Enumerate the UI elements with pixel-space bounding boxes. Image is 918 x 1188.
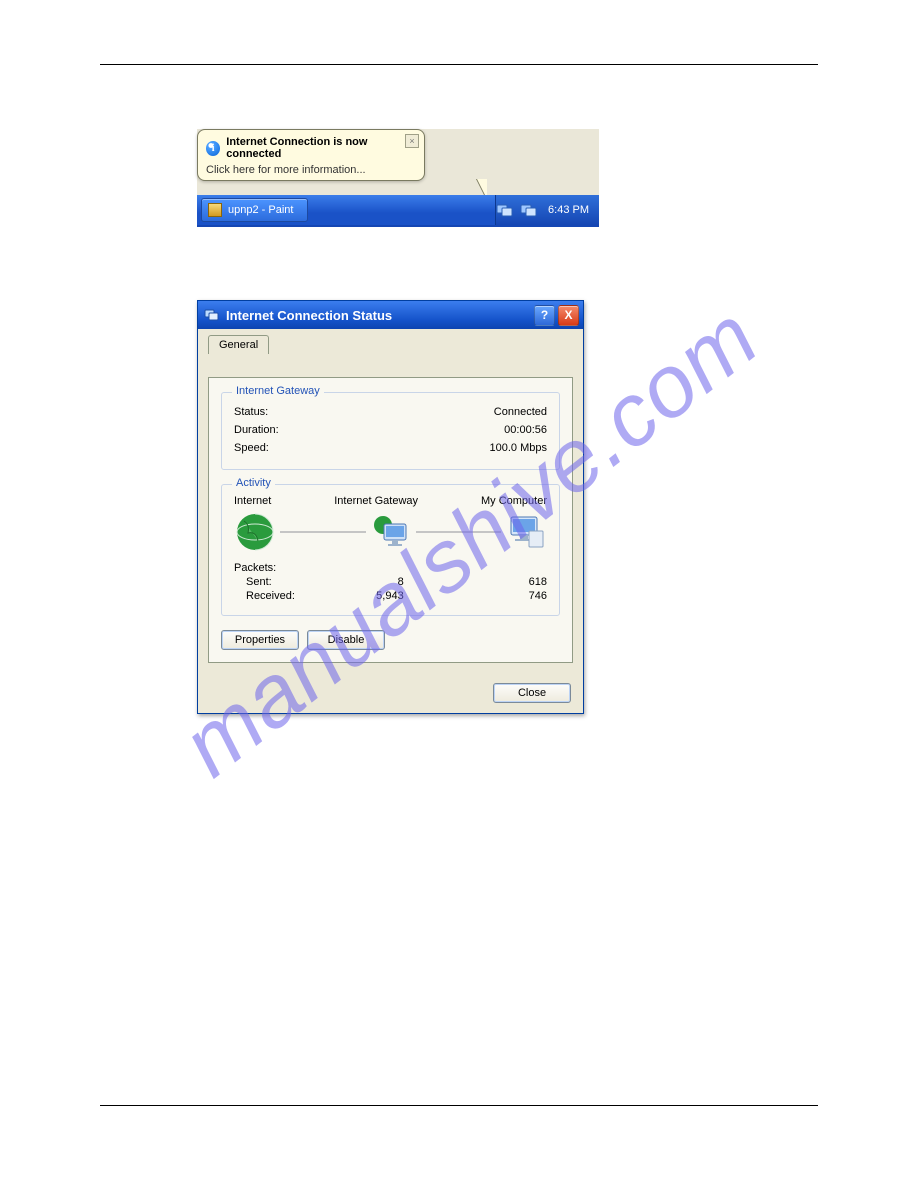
- recv-internet: 5,943: [340, 589, 443, 603]
- globe-icon: [234, 511, 276, 553]
- page-rule-bottom: [100, 1105, 818, 1106]
- gateway-monitor-icon: [370, 511, 412, 553]
- notification-balloon[interactable]: i Internet Connection is now connected ×…: [197, 129, 425, 181]
- titlebar[interactable]: Internet Connection Status ? X: [198, 301, 583, 329]
- packets-label: Packets:: [234, 561, 340, 575]
- taskbar-app-button[interactable]: upnp2 - Paint: [201, 198, 308, 222]
- balloon-title: Internet Connection is now connected: [226, 136, 416, 160]
- speed-label: Speed:: [234, 442, 269, 454]
- network-icon[interactable]: [496, 203, 514, 218]
- balloon-subtitle: Click here for more information...: [206, 164, 416, 176]
- tab-panel-general: Internet Gateway Status: Connected Durati…: [208, 377, 573, 663]
- paint-icon: [208, 203, 222, 217]
- activity-col-mycomputer: My Computer: [481, 495, 547, 507]
- properties-button[interactable]: Properties: [221, 630, 299, 650]
- network-icon-2[interactable]: [520, 203, 538, 218]
- close-icon[interactable]: X: [558, 305, 579, 326]
- close-button[interactable]: Close: [493, 683, 571, 703]
- sent-label: Sent:: [234, 575, 340, 589]
- packets-table: Packets: Sent: 8 618 Received: 5,943 746: [234, 561, 547, 603]
- sent-internet: 8: [340, 575, 443, 589]
- internet-gateway-group: Internet Gateway Status:Connected Durati…: [221, 392, 560, 470]
- taskbar: upnp2 - Paint 6:43 PM: [197, 195, 599, 225]
- sent-mycomputer: 618: [444, 575, 547, 589]
- info-icon: i: [206, 141, 220, 156]
- dialog-icon: [204, 307, 220, 323]
- activity-legend: Activity: [232, 477, 275, 489]
- help-button[interactable]: ?: [534, 305, 555, 326]
- tab-general[interactable]: General: [208, 335, 269, 354]
- activity-col-gateway: Internet Gateway: [334, 495, 418, 507]
- system-tray: 6:43 PM: [495, 195, 599, 225]
- activity-line-1: [280, 531, 366, 533]
- activity-line-2: [416, 531, 502, 533]
- tray-clock[interactable]: 6:43 PM: [544, 204, 589, 216]
- received-label: Received:: [234, 589, 340, 603]
- status-value: Connected: [494, 406, 547, 418]
- duration-label: Duration:: [234, 424, 279, 436]
- activity-col-internet: Internet: [234, 495, 271, 507]
- duration-value: 00:00:56: [504, 424, 547, 436]
- speed-value: 100.0 Mbps: [490, 442, 547, 454]
- recv-mycomputer: 746: [444, 589, 547, 603]
- balloon-close-button[interactable]: ×: [405, 134, 419, 148]
- status-label: Status:: [234, 406, 268, 418]
- my-computer-icon: [505, 511, 547, 553]
- activity-group: Activity Internet Internet Gateway My Co…: [221, 484, 560, 616]
- taskbar-screenshot-block: i Internet Connection is now connected ×…: [197, 129, 599, 227]
- page-rule-top: [100, 64, 818, 65]
- disable-button[interactable]: Disable: [307, 630, 385, 650]
- tab-strip: General: [208, 335, 573, 357]
- taskbar-app-label: upnp2 - Paint: [228, 204, 293, 216]
- connection-status-dialog: Internet Connection Status ? X General I…: [197, 300, 584, 714]
- dialog-title: Internet Connection Status: [226, 308, 531, 323]
- gateway-legend: Internet Gateway: [232, 385, 324, 397]
